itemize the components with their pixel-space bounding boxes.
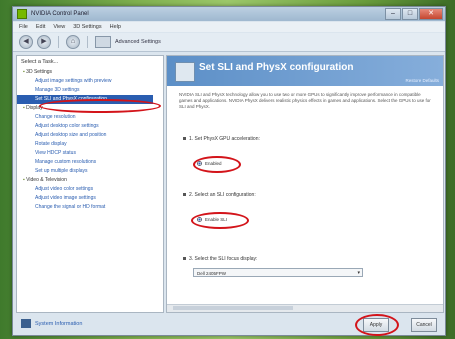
- tree-item[interactable]: Manage custom resolutions: [17, 158, 163, 167]
- highlight-oval-sidebar: [39, 99, 161, 113]
- view-mode-icon[interactable]: [95, 36, 111, 48]
- bullet-icon: [183, 137, 186, 141]
- tree-item[interactable]: Adjust video image settings: [17, 194, 163, 203]
- tree-category[interactable]: Video & Television: [17, 176, 163, 185]
- minimize-button[interactable]: –: [385, 8, 401, 20]
- menu-bar: File Edit View 3D Settings Help: [13, 22, 445, 32]
- tree-item[interactable]: Rotate display: [17, 140, 163, 149]
- restore-defaults-link[interactable]: Restore Defaults: [405, 78, 439, 83]
- sli-section-label: 2. Select an SLI configuration:: [189, 192, 256, 198]
- control-panel-window: NVIDIA Control Panel – □ ✕ File Edit Vie…: [12, 6, 446, 336]
- tree-item[interactable]: View HDCP status: [17, 149, 163, 158]
- home-icon[interactable]: ⌂: [66, 35, 80, 49]
- highlight-oval-apply: [355, 314, 399, 336]
- tree-item[interactable]: Adjust desktop size and position: [17, 131, 163, 140]
- tree-item[interactable]: Change resolution: [17, 113, 163, 122]
- sli-section-title: 2. Select an SLI configuration:: [183, 192, 256, 198]
- bullet-icon: [183, 193, 186, 197]
- toolbar-divider: [58, 36, 59, 48]
- cancel-button[interactable]: Cancel: [411, 318, 437, 332]
- task-sidebar: Select a Task... 3D Settings Adjust imag…: [16, 55, 164, 313]
- physx-section-title: 1. Set PhysX GPU acceleration:: [183, 136, 260, 142]
- physx-section-label: 1. Set PhysX GPU acceleration:: [189, 136, 260, 142]
- bottom-bar: System Information Apply Cancel: [13, 313, 445, 336]
- scrollbar-thumb[interactable]: [173, 306, 293, 310]
- view-mode-label[interactable]: Advanced Settings: [115, 39, 161, 45]
- forward-arrow-icon[interactable]: ▶: [37, 35, 51, 49]
- system-info-icon: [21, 319, 31, 328]
- display-section-label: 3. Select the SLI focus display:: [189, 256, 258, 262]
- tree-item[interactable]: Manage 3D settings: [17, 86, 163, 95]
- nvidia-logo-icon: [17, 9, 27, 19]
- tree-item[interactable]: Change the signal or HD format: [17, 203, 163, 212]
- bullet-icon: [183, 257, 186, 261]
- page-banner: Set SLI and PhysX configuration Restore …: [167, 56, 443, 86]
- maximize-button[interactable]: □: [402, 8, 418, 20]
- tree-item[interactable]: Adjust desktop color settings: [17, 122, 163, 131]
- window-controls: – □ ✕: [385, 8, 443, 20]
- chevron-down-icon[interactable]: ▾: [357, 269, 360, 278]
- tree-item[interactable]: Adjust video color settings: [17, 185, 163, 194]
- menu-edit[interactable]: Edit: [36, 24, 45, 30]
- toolbar-divider: [87, 36, 88, 48]
- page-description: NVIDIA SLI and PhysX technology allow yo…: [179, 92, 431, 109]
- highlight-oval-sli: [191, 212, 249, 229]
- focus-display-value: Dell 2405FPW: [197, 271, 227, 276]
- menu-3d-settings[interactable]: 3D Settings: [73, 24, 101, 30]
- page-title: Set SLI and PhysX configuration: [199, 62, 354, 73]
- back-arrow-icon[interactable]: ◀: [19, 35, 33, 49]
- sidebar-header: Select a Task...: [21, 59, 59, 65]
- close-button[interactable]: ✕: [419, 8, 443, 20]
- task-tree: 3D Settings Adjust image settings with p…: [17, 68, 163, 212]
- content-pane: Set SLI and PhysX configuration Restore …: [166, 55, 444, 313]
- sli-config-icon: [175, 62, 195, 82]
- focus-display-dropdown[interactable]: Dell 2405FPW ▾: [193, 268, 363, 277]
- menu-help[interactable]: Help: [110, 24, 121, 30]
- system-information-link[interactable]: System Information: [21, 319, 82, 328]
- title-bar[interactable]: NVIDIA Control Panel – □ ✕: [13, 7, 445, 21]
- display-section-title: 3. Select the SLI focus display:: [183, 256, 257, 262]
- tree-category[interactable]: 3D Settings: [17, 68, 163, 77]
- horizontal-scrollbar[interactable]: [167, 304, 443, 312]
- system-information-label: System Information: [35, 320, 83, 327]
- tree-item[interactable]: Set up multiple displays: [17, 167, 163, 176]
- toolbar: ◀ ▶ ⌂ Advanced Settings: [13, 33, 445, 52]
- window-title: NVIDIA Control Panel: [31, 11, 89, 17]
- tree-item[interactable]: Adjust image settings with preview: [17, 77, 163, 86]
- menu-view[interactable]: View: [53, 24, 65, 30]
- menu-file[interactable]: File: [19, 24, 28, 30]
- highlight-oval-physx: [193, 156, 241, 173]
